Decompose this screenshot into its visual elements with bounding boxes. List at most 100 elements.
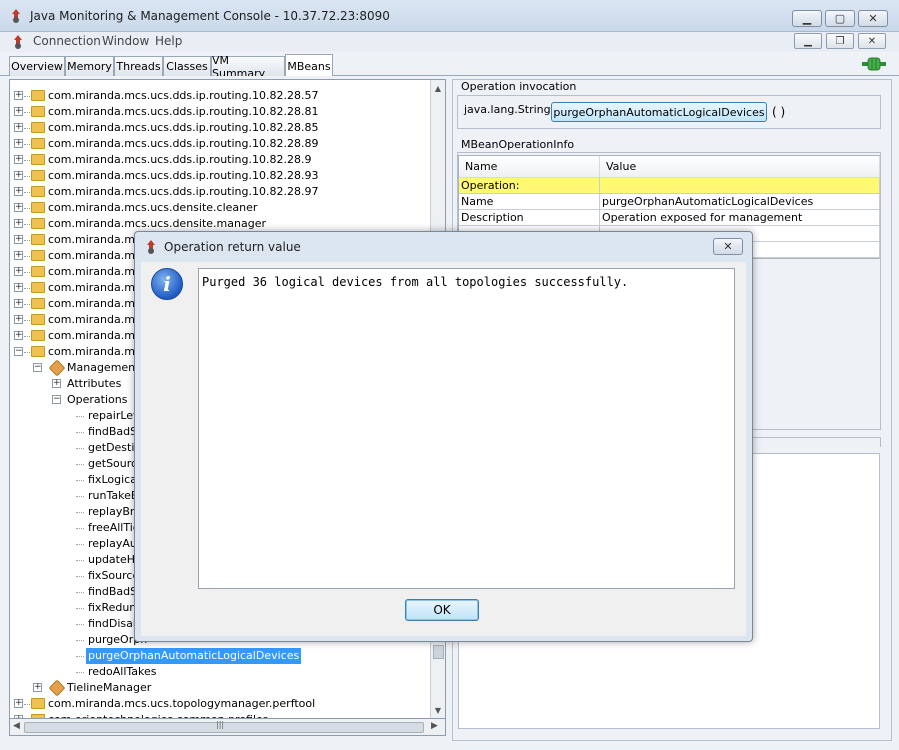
folder-icon bbox=[31, 170, 45, 181]
tree-operation-selected[interactable]: purgeOrphanAutomaticLogicalDevices bbox=[86, 648, 302, 664]
info-group-title: MBeanOperationInfo bbox=[461, 138, 575, 151]
menu-connection[interactable]: Connection bbox=[33, 34, 101, 48]
tree-operations-label[interactable]: Operations bbox=[67, 392, 127, 408]
folder-icon bbox=[31, 314, 45, 325]
folder-icon bbox=[31, 266, 45, 277]
tab-mbeans[interactable]: MBeans bbox=[285, 54, 333, 77]
tree-package-label[interactable]: com.miranda.mcs.ucs.dds.ip.routing.10.82… bbox=[48, 120, 318, 136]
tree-line bbox=[76, 464, 84, 465]
expand-icon[interactable]: + bbox=[14, 187, 23, 196]
tree-line bbox=[24, 336, 30, 337]
expand-icon[interactable]: + bbox=[14, 219, 23, 228]
scroll-thumb[interactable] bbox=[433, 645, 444, 659]
expand-icon[interactable]: + bbox=[14, 315, 23, 324]
connection-status-icon bbox=[862, 57, 886, 71]
tree-package-label[interactable]: com.miranda.mcs bbox=[48, 264, 147, 280]
inner-close-button[interactable]: ✕ bbox=[858, 33, 886, 49]
invoke-operation-button[interactable]: purgeOrphanAutomaticLogicalDevices bbox=[551, 102, 767, 122]
tree-attributes-label[interactable]: Attributes bbox=[67, 376, 121, 392]
expand-icon[interactable]: + bbox=[14, 203, 23, 212]
expand-icon[interactable]: + bbox=[14, 155, 23, 164]
tree-line bbox=[76, 640, 84, 641]
tree-line bbox=[24, 176, 30, 177]
scroll-down-icon[interactable]: ▼ bbox=[431, 704, 445, 718]
inner-minimize-button[interactable]: ▁ bbox=[794, 33, 822, 49]
tree-package-label[interactable]: com.miranda.mcs.ucs.dds.ip.routing.10.82… bbox=[48, 184, 318, 200]
tree-package-label[interactable]: com.miranda.mcs bbox=[48, 344, 147, 360]
expand-icon[interactable]: − bbox=[33, 363, 42, 372]
tree-operation[interactable]: redoAllTakes bbox=[86, 664, 159, 680]
scroll-up-icon[interactable]: ▲ bbox=[431, 82, 445, 96]
expand-icon[interactable]: − bbox=[52, 395, 61, 404]
expand-icon[interactable]: + bbox=[52, 379, 61, 388]
invoke-button-label: purgeOrphanAutomaticLogicalDevices bbox=[553, 105, 765, 119]
tab-classes[interactable]: Classes bbox=[163, 56, 211, 76]
expand-icon[interactable]: + bbox=[33, 683, 42, 692]
tree-tieline-label[interactable]: TielineManager bbox=[67, 680, 151, 696]
tab-threads[interactable]: Threads bbox=[114, 56, 163, 76]
tab-memory[interactable]: Memory bbox=[65, 56, 114, 76]
tree-package-label[interactable]: com.orientechnologies.common.profiler bbox=[48, 712, 267, 718]
tree-package-label[interactable]: com.miranda.mcs.ucs.dds.ip.routing.10.82… bbox=[48, 136, 318, 152]
tree-package-label[interactable]: com.miranda.mcs.ucs.dds.ip.routing.10.82… bbox=[48, 88, 318, 104]
invocation-group-title: Operation invocation bbox=[461, 80, 577, 93]
scroll-right-icon[interactable]: ▶ bbox=[431, 721, 438, 731]
menu-window[interactable]: Window bbox=[102, 34, 149, 48]
tree-line bbox=[24, 192, 30, 193]
tree-package-label[interactable]: com.miranda.mcs.ucs.dds.ip.routing.10.82… bbox=[48, 104, 318, 120]
folder-icon bbox=[31, 346, 45, 357]
close-icon: ✕ bbox=[867, 35, 877, 47]
minimize-button[interactable]: ▁ bbox=[792, 10, 822, 27]
tree-line bbox=[76, 576, 84, 577]
menu-help[interactable]: Help bbox=[155, 34, 182, 48]
expand-icon[interactable]: + bbox=[14, 107, 23, 116]
tree-management-label[interactable]: Management bbox=[67, 360, 139, 376]
ok-button[interactable]: OK bbox=[405, 599, 479, 621]
dialog-close-button[interactable]: ✕ bbox=[713, 238, 743, 255]
tree-line bbox=[24, 128, 30, 129]
maximize-icon: ▢ bbox=[834, 12, 846, 25]
expand-icon[interactable]: + bbox=[14, 139, 23, 148]
tree-package-label[interactable]: com.miranda.mcs bbox=[48, 328, 147, 344]
tree-line bbox=[76, 496, 84, 497]
tree-package-label[interactable]: com.miranda.mcs bbox=[48, 280, 147, 296]
tree-package-label[interactable]: com.miranda.mcs.ucs.dds.ip.routing.10.82… bbox=[48, 168, 318, 184]
expand-icon[interactable]: + bbox=[14, 91, 23, 100]
table-cell: Operation exposed for management bbox=[600, 210, 880, 226]
maximize-button[interactable]: ▢ bbox=[825, 10, 855, 27]
mbean-icon bbox=[48, 679, 66, 697]
tree-line bbox=[24, 96, 30, 97]
tree-package-label[interactable]: com.miranda.mcs bbox=[48, 248, 147, 264]
column-header-value[interactable]: Value bbox=[600, 156, 880, 178]
expand-icon[interactable]: + bbox=[14, 283, 23, 292]
tree-package-label[interactable]: com.miranda.mcs.ucs.topologymanager.perf… bbox=[48, 696, 315, 712]
tree-line bbox=[24, 240, 30, 241]
column-header-name[interactable]: Name bbox=[459, 156, 600, 178]
tree-line bbox=[76, 416, 84, 417]
tree-line bbox=[24, 704, 30, 705]
expand-icon[interactable]: + bbox=[14, 123, 23, 132]
expand-icon[interactable]: + bbox=[14, 331, 23, 340]
tab-vm-summary[interactable]: VM Summary bbox=[211, 54, 285, 80]
tree-package-label[interactable]: com.miranda.mcs.ucs.dds.ip.routing.10.82… bbox=[48, 152, 311, 168]
expand-icon[interactable]: + bbox=[14, 699, 23, 708]
expand-icon[interactable]: − bbox=[14, 347, 23, 356]
tree-package-label[interactable]: com.miranda.mcs bbox=[48, 312, 147, 328]
tab-overview[interactable]: Overview bbox=[9, 56, 65, 76]
folder-icon bbox=[31, 186, 45, 197]
return-value-text[interactable]: Purged 36 logical devices from all topol… bbox=[198, 268, 735, 589]
expand-icon[interactable]: + bbox=[14, 299, 23, 308]
tree-package-label[interactable]: com.miranda.mcs bbox=[48, 296, 147, 312]
inner-restore-button[interactable]: ❐ bbox=[826, 33, 854, 49]
expand-icon[interactable]: + bbox=[14, 267, 23, 276]
tree-package-label[interactable]: com.miranda.mcs.ucs.densite.cleaner bbox=[48, 200, 257, 216]
tree-package-label[interactable]: com.miranda.mcs bbox=[48, 232, 147, 248]
expand-icon[interactable]: + bbox=[14, 171, 23, 180]
java-app-icon bbox=[147, 240, 155, 254]
expand-icon[interactable]: + bbox=[14, 251, 23, 260]
tree-package-label[interactable]: com.miranda.mcs.ucs.densite.manager bbox=[48, 216, 266, 232]
scroll-left-icon[interactable]: ◀ bbox=[13, 721, 20, 731]
tree-horizontal-scrollbar[interactable]: ◀ ||| ▶ bbox=[9, 719, 446, 736]
expand-icon[interactable]: + bbox=[14, 235, 23, 244]
close-window-button[interactable]: ✕ bbox=[858, 10, 888, 27]
